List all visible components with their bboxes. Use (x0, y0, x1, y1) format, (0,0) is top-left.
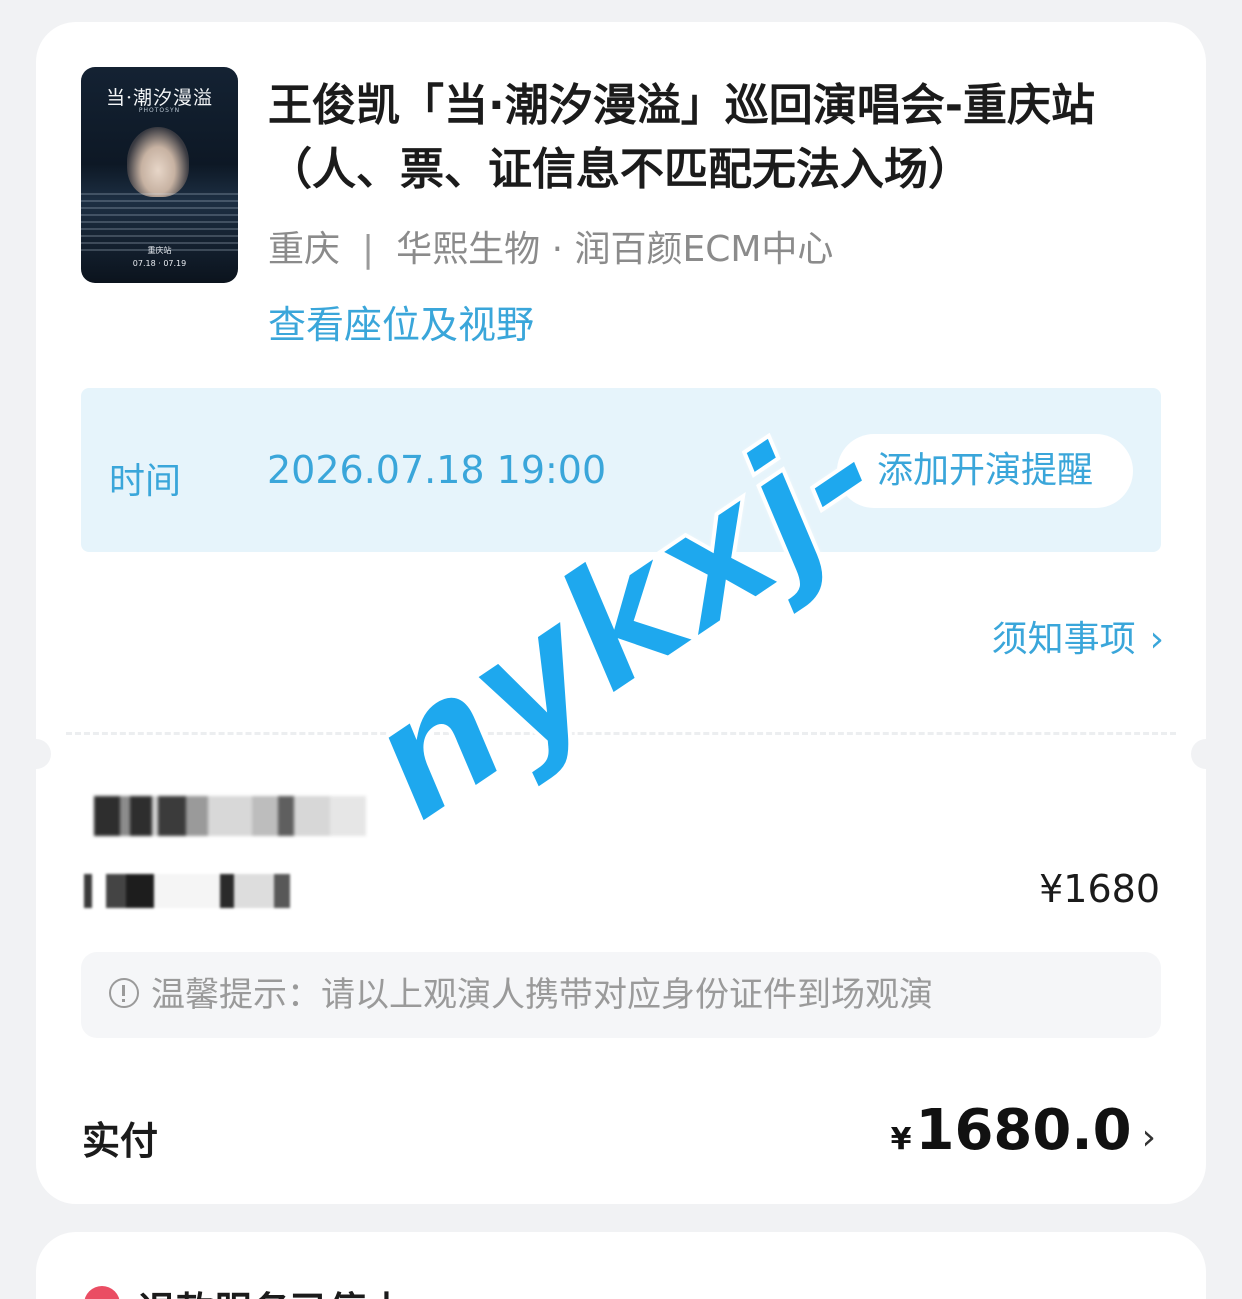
notice-link[interactable]: 须知事项 › (992, 610, 1164, 662)
notice-label: 须知事项 (991, 619, 1136, 660)
tip-box: 温馨提示：请以上观演人携带对应身份证件到场观演 (81, 952, 1161, 1038)
paid-amount: 1680.0 (915, 1098, 1132, 1163)
add-reminder-button[interactable]: 添加开演提醒 (837, 434, 1133, 508)
dashed-divider (66, 732, 1176, 735)
poster-subtitle: PHOTOSYN (138, 107, 181, 114)
event-venue: 华熙生物 · 润百颜ECM中心 (396, 229, 834, 270)
poster-date: 07.18 · 07.19 (132, 259, 187, 268)
chevron-right-icon: › (1149, 619, 1164, 660)
ticket-price: ¥1680 (1039, 867, 1160, 911)
time-label: 时间 (109, 461, 182, 502)
refund-status: 退款服务已停止 (138, 1280, 404, 1299)
ticket-notch-right (1191, 739, 1221, 769)
refund-card[interactable]: 退款服务已停止 (36, 1232, 1206, 1299)
view-seat-link[interactable]: 查看座位及视野 (268, 294, 534, 349)
paid-amount-link[interactable]: ¥1680.0 › (891, 1098, 1156, 1163)
info-circle-icon (109, 977, 139, 1008)
time-panel: 时间 2026.07.18 19:00 添加开演提醒 (81, 388, 1161, 552)
time-value: 2026.07.18 19:00 (267, 448, 607, 492)
event-city: 重庆 (268, 229, 341, 270)
poster-water-reflection (81, 193, 238, 253)
alert-dot-icon (84, 1286, 120, 1299)
paid-label: 实付 (82, 1119, 159, 1163)
order-card: 当·潮汐漫溢 PHOTOSYN 重庆站 07.18 · 07.19 王俊凯「当·… (21, 22, 1221, 1204)
tip-text: 温馨提示：请以上观演人携带对应身份证件到场观演 (151, 975, 933, 1015)
location-separator: | (362, 229, 375, 270)
poster-portrait (127, 127, 189, 197)
event-title: 王俊凯「当·潮汐漫溢」巡回演唱会-重庆站（人、票、证信息不匹配无法入场） (268, 80, 1095, 195)
ticket-notch-left (21, 739, 51, 769)
currency-symbol: ¥ (890, 1122, 912, 1157)
chevron-right-icon: › (1141, 1117, 1156, 1158)
poster-title: 当·潮汐漫溢 (105, 87, 214, 109)
event-poster[interactable]: 当·潮汐漫溢 PHOTOSYN 重庆站 07.18 · 07.19 (81, 67, 238, 283)
attendee-id-redacted (84, 874, 294, 908)
event-location: 重庆 | 华熙生物 · 润百颜ECM中心 (268, 220, 833, 272)
attendee-name-redacted (94, 796, 366, 836)
poster-city: 重庆站 (147, 246, 172, 255)
